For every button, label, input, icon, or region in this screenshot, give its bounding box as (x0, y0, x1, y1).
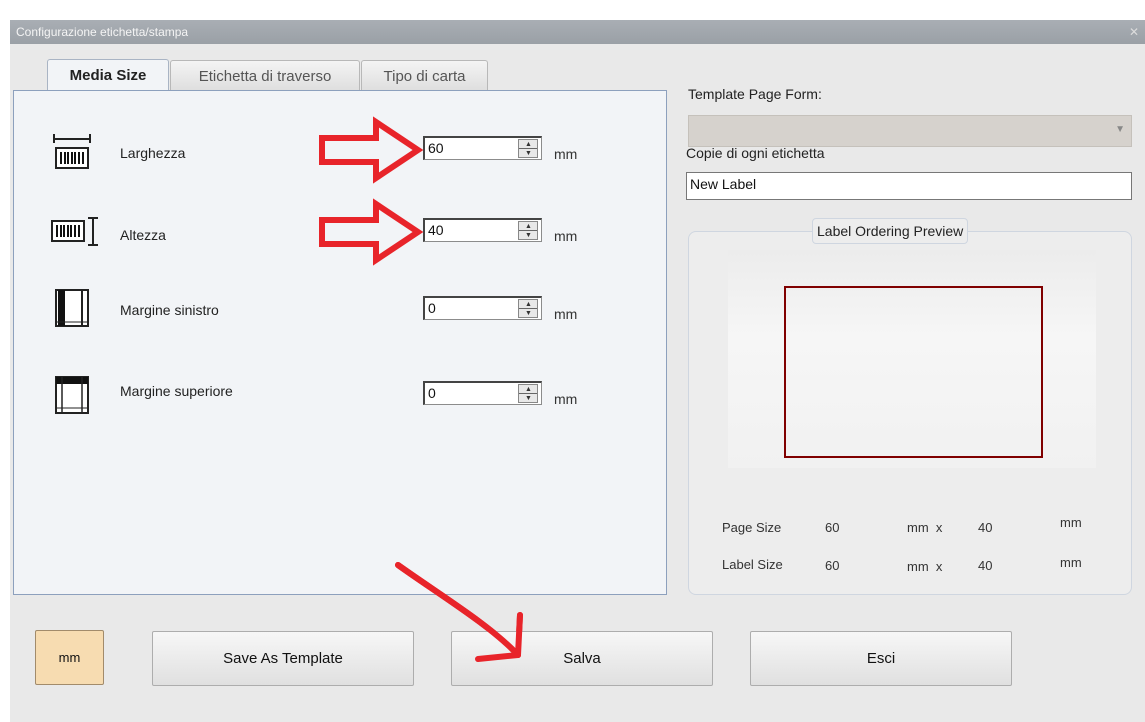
label-size-label: Label Size (722, 557, 783, 572)
label-preview-rect (784, 286, 1043, 458)
template-page-form-select[interactable]: ▼ (688, 115, 1132, 147)
chevron-down-icon[interactable]: ▼ (1115, 124, 1125, 135)
salva-button[interactable]: Salva (451, 631, 713, 686)
page-size-label: Page Size (722, 520, 782, 535)
copie-input[interactable]: New Label (686, 172, 1132, 200)
label-larghezza: Larghezza (120, 145, 186, 161)
margine-superiore-spinner[interactable]: 0 ▲ ▼ (423, 381, 542, 405)
copie-label: Copie di ogni etichetta (686, 145, 825, 161)
margine-sinistro-spinner[interactable]: 0 ▲ ▼ (423, 296, 542, 320)
larghezza-spinner[interactable]: 60 ▲ ▼ (423, 136, 542, 160)
annotation-arrow-icon (319, 116, 423, 184)
altezza-spinner[interactable]: 40 ▲ ▼ (423, 218, 542, 242)
unit-mm: mm (554, 228, 578, 244)
tab-label: Media Size (69, 66, 147, 84)
page-size-unit: mm (1060, 515, 1082, 530)
page-size-sep: mm x (907, 520, 943, 535)
tab-label: Etichetta di traverso (198, 67, 332, 85)
esci-button[interactable]: Esci (750, 631, 1012, 686)
close-icon[interactable]: ✕ (1129, 20, 1139, 44)
window-title: Configurazione etichetta/stampa (16, 25, 189, 39)
spinner-value: 0 (428, 300, 436, 316)
tab-etichetta-traverso[interactable]: Etichetta di traverso (170, 60, 360, 91)
title-bar: Configurazione etichetta/stampa ✕ (10, 20, 1145, 44)
label-margine-sinistro: Margine sinistro (120, 302, 219, 318)
preview-title: Label Ordering Preview (812, 218, 969, 244)
spinner-updown-icon[interactable]: ▲ ▼ (518, 221, 538, 240)
spinner-updown-icon[interactable]: ▲ ▼ (518, 299, 538, 318)
spinner-updown-icon[interactable]: ▲ ▼ (518, 139, 538, 158)
unit-mm-button[interactable]: mm (35, 630, 104, 685)
annotation-arrow-icon (319, 198, 423, 266)
label-size-sep: mm x (907, 559, 943, 574)
tab-label: Tipo di carta (383, 67, 466, 85)
label-size-unit: mm (1060, 555, 1082, 570)
tab-media-size[interactable]: Media Size (47, 59, 169, 90)
spinner-updown-icon[interactable]: ▲ ▼ (518, 384, 538, 403)
save-as-template-button[interactable]: Save As Template (152, 631, 414, 686)
tab-tipo-carta[interactable]: Tipo di carta (361, 60, 488, 91)
page-size-height: 40 (978, 520, 993, 535)
height-barcode-icon (51, 217, 98, 246)
left-margin-icon (55, 289, 89, 327)
unit-mm: mm (554, 306, 578, 322)
label-size-height: 40 (978, 558, 993, 573)
unit-mm: mm (554, 391, 578, 407)
unit-mm: mm (554, 146, 578, 162)
label-altezza: Altezza (120, 227, 166, 243)
template-page-form-label: Template Page Form: (688, 86, 822, 102)
page-size-width: 60 (825, 520, 840, 535)
label-margine-superiore: Margine superiore (120, 383, 233, 399)
label-size-width: 60 (825, 558, 840, 573)
spinner-value: 0 (428, 385, 436, 401)
top-margin-icon (55, 376, 89, 414)
spinner-value: 60 (428, 140, 444, 156)
width-barcode-icon (53, 134, 91, 169)
spinner-value: 40 (428, 222, 444, 238)
